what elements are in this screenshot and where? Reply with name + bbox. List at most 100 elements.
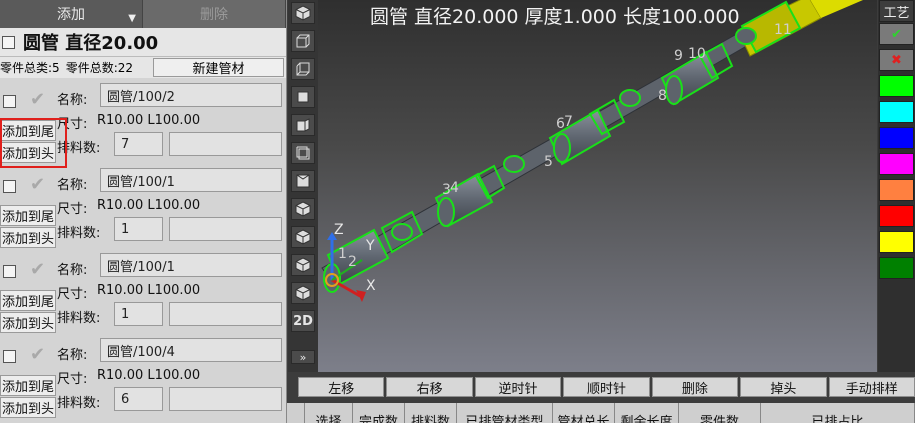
view-back-cube-icon[interactable] <box>291 58 315 80</box>
view-2d-button[interactable]: 2D <box>291 310 315 332</box>
select-all-checkbox[interactable] <box>2 35 15 49</box>
add-to-head-button[interactable]: 添加到头 <box>0 312 56 333</box>
flip-button[interactable]: 掉头 <box>740 377 827 397</box>
column-header[interactable]: 已排占比 <box>761 403 915 423</box>
rotate-ccw-button[interactable]: 逆时针 <box>474 377 562 397</box>
move-right-button[interactable]: 右移 <box>386 377 473 397</box>
column-header[interactable]: 剩余长度 <box>615 403 679 423</box>
top-button-bar: 添加 ▼ 删除 <box>0 0 286 28</box>
cancel-icon[interactable]: ✖ <box>879 49 914 71</box>
delete-action-button[interactable]: 删除 <box>651 377 739 397</box>
part-number-label: 2 <box>348 254 357 270</box>
color-swatch-red[interactable] <box>879 205 914 227</box>
column-header[interactable]: 完成数 <box>353 403 405 423</box>
part-number-label: 8 <box>658 88 667 104</box>
collapse-toolbar-icon[interactable]: » <box>291 350 315 364</box>
view-top-cube-icon[interactable] <box>291 86 315 108</box>
annotation-arrow-overlay <box>318 0 646 372</box>
add-to-tail-button[interactable]: 添加到尾 <box>0 375 56 396</box>
color-swatch-dark-green[interactable] <box>879 257 914 279</box>
part-count-field[interactable]: 6 <box>114 387 163 411</box>
view-iso3-cube-icon[interactable] <box>291 226 315 248</box>
viewport-title: 圆管 直径20.000 厚度1.000 长度100.000 <box>370 6 740 28</box>
color-swatch-green[interactable] <box>879 75 914 97</box>
add-to-head-button[interactable]: 添加到头 <box>0 227 56 248</box>
part-extra-field[interactable] <box>169 217 282 241</box>
part-extra-field[interactable] <box>169 132 282 156</box>
view-iso4-cube-icon[interactable] <box>291 254 315 276</box>
part-count-field[interactable]: 7 <box>114 132 163 156</box>
size-label: 尺寸: <box>57 372 88 387</box>
y-axis-label: Y <box>366 238 375 254</box>
part-extra-field[interactable] <box>169 387 282 411</box>
part-item: ✔ 名称: 圆管/100/4 尺寸: R10.00 L100.00 添加到尾 排… <box>0 338 287 423</box>
color-swatch-magenta[interactable] <box>879 153 914 175</box>
part-count-field[interactable]: 1 <box>114 302 163 326</box>
view-iso-cube-icon[interactable] <box>291 2 315 24</box>
view-bottom-cube-icon[interactable] <box>291 170 315 192</box>
column-header[interactable]: 选择 <box>305 403 353 423</box>
add-button[interactable]: 添加 ▼ <box>0 0 143 28</box>
part-name-field[interactable]: 圆管/100/4 <box>100 338 282 362</box>
color-swatch-cyan[interactable] <box>879 101 914 123</box>
part-checkbox[interactable] <box>3 95 16 108</box>
count-label: 排料数: <box>57 311 101 326</box>
part-type-count: 零件总类:5 <box>0 61 60 75</box>
view-toolbar: 2D » <box>288 0 318 372</box>
color-swatch-yellow[interactable] <box>879 231 914 253</box>
add-to-head-button[interactable]: 添加到头 <box>0 397 56 418</box>
check-mark-icon: ✔ <box>30 89 46 110</box>
part-checkbox[interactable] <box>3 265 16 278</box>
view-iso5-cube-icon[interactable] <box>291 282 315 304</box>
check-mark-icon: ✔ <box>30 259 46 280</box>
column-header[interactable]: 已排管材类型 <box>457 403 553 423</box>
manual-nesting-button[interactable]: 手动排样 <box>828 377 915 397</box>
craft-button[interactable]: 工艺 <box>879 0 914 22</box>
view-right-cube-icon[interactable] <box>291 142 315 164</box>
part-size-value: R10.00 L100.00 <box>97 368 201 383</box>
new-tube-button[interactable]: 新建管材 <box>153 58 284 77</box>
part-name-field[interactable]: 圆管/100/1 <box>100 253 282 277</box>
view-front-cube-icon[interactable] <box>291 30 315 52</box>
part-number-label: 7 <box>564 114 573 130</box>
part-extra-field[interactable] <box>169 302 282 326</box>
part-count-field[interactable]: 1 <box>114 217 163 241</box>
part-size-value: R10.00 L100.00 <box>97 283 201 298</box>
part-name-field[interactable]: 圆管/100/2 <box>100 83 282 107</box>
part-checkbox[interactable] <box>3 350 16 363</box>
add-to-tail-button[interactable]: 添加到尾 <box>0 205 56 226</box>
move-left-button[interactable]: 左移 <box>298 377 385 397</box>
part-number-label: 5 <box>544 154 553 170</box>
part-size-value: R10.00 L100.00 <box>97 113 201 128</box>
name-label: 名称: <box>57 93 88 108</box>
part-number-label: 10 <box>688 46 706 62</box>
tube-header: 圆管 直径20.00 <box>0 28 286 56</box>
size-label: 尺寸: <box>57 202 88 217</box>
check-mark-icon: ✔ <box>30 344 46 365</box>
z-axis-label: Z <box>334 222 344 238</box>
column-header[interactable]: 排料数 <box>405 403 457 423</box>
part-number-label: 1 <box>338 246 347 262</box>
color-swatch-orange[interactable] <box>879 179 914 201</box>
delete-button-label: 删除 <box>200 7 228 23</box>
add-to-tail-button[interactable]: 添加到尾 <box>0 290 56 311</box>
view-left-cube-icon[interactable] <box>291 114 315 136</box>
check-mark-icon: ✔ <box>30 174 46 195</box>
part-number-label: 11 <box>774 22 792 38</box>
view-iso2-cube-icon[interactable] <box>291 198 315 220</box>
name-label: 名称: <box>57 348 88 363</box>
column-header[interactable]: 管材总长 <box>553 403 615 423</box>
3d-viewport[interactable]: 圆管 直径20.000 厚度1.000 长度100.000 Z Y X 1 2 … <box>318 0 877 372</box>
part-item: ✔ 名称: 圆管/100/1 尺寸: R10.00 L100.00 添加到尾 排… <box>0 253 287 338</box>
delete-button[interactable]: 删除 <box>143 0 286 28</box>
column-header[interactable]: 零件数 <box>679 403 761 423</box>
color-swatch-blue[interactable] <box>879 127 914 149</box>
dropdown-caret-icon[interactable]: ▼ <box>128 13 136 24</box>
part-name-field[interactable]: 圆管/100/1 <box>100 168 282 192</box>
rotate-cw-button[interactable]: 顺时针 <box>563 377 650 397</box>
annotation-highlight-box <box>0 118 67 168</box>
confirm-icon[interactable]: ✔ <box>879 23 914 45</box>
table-header: 选择 完成数 排料数 已排管材类型 管材总长 剩余长度 零件数 已排占比 <box>287 403 915 423</box>
part-checkbox[interactable] <box>3 180 16 193</box>
count-label: 排料数: <box>57 396 101 411</box>
